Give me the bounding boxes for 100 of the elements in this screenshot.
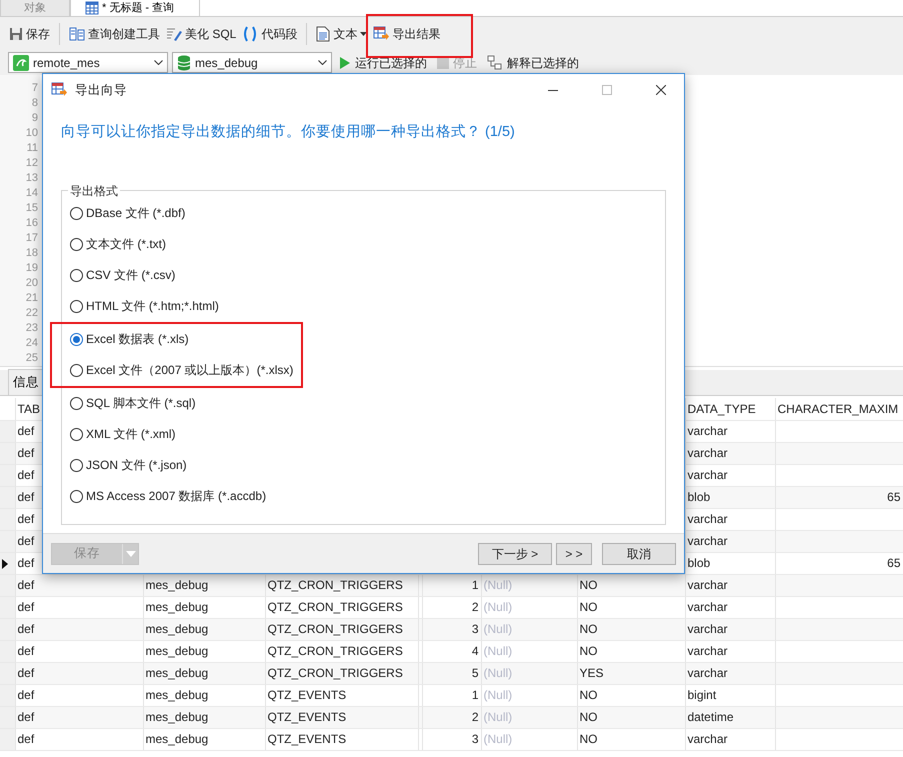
table-cell: QTZ_CRON_TRIGGERS (268, 666, 403, 680)
row-indicator[interactable] (0, 728, 15, 750)
format-radio-option[interactable]: Excel 数据表 (*.xls) (70, 324, 294, 355)
table-cell: 3 (472, 732, 478, 746)
row-indicator[interactable] (0, 464, 15, 486)
table-cell: 2 (472, 600, 478, 614)
save-icon (9, 26, 23, 40)
table-cell: NO (580, 688, 598, 702)
dialog-button[interactable]: 下一步 > (478, 542, 552, 564)
toolbar-button[interactable]: 导出结果 (372, 22, 442, 44)
row-indicator[interactable] (0, 508, 15, 530)
table-cell: def (18, 446, 34, 460)
table-cell: def (18, 556, 34, 570)
column-header[interactable]: DATA_TYPE (688, 402, 756, 416)
line-number: 14 (24, 186, 39, 201)
row-indicator[interactable] (0, 596, 15, 618)
table-cell: varchar (688, 468, 728, 482)
column-header[interactable]: TAB (18, 402, 40, 416)
line-number: 13 (24, 171, 39, 186)
toolbar-button[interactable]: 保存 (8, 22, 51, 44)
line-number: 19 (24, 261, 39, 276)
radio-button[interactable] (70, 396, 83, 410)
close-icon (656, 85, 666, 95)
table-cell: mes_debug (146, 666, 208, 680)
row-indicator[interactable] (0, 684, 15, 706)
row-indicator[interactable] (0, 706, 15, 728)
table-cell: mes_debug (146, 600, 208, 614)
table-cell: (Null) (484, 710, 512, 724)
row-indicator[interactable] (0, 640, 15, 662)
radio-button[interactable] (70, 206, 83, 220)
radio-button[interactable] (70, 238, 83, 251)
dialog-button[interactable]: > > (556, 542, 592, 564)
table-cell: 65 (887, 490, 900, 504)
parentheses-icon (242, 26, 258, 42)
format-radio-option[interactable]: 文本文件 (*.txt) (70, 228, 655, 260)
table-cell: NO (580, 622, 598, 636)
table-cell: QTZ_EVENTS (268, 688, 346, 702)
format-radio-option[interactable]: HTML 文件 (*.htm;*.html) (70, 290, 655, 322)
column-header[interactable]: CHARACTER_MAXIM (778, 402, 898, 416)
table-cell: def (18, 490, 34, 504)
format-radio-option[interactable]: JSON 文件 (*.json) (70, 450, 655, 481)
table-cell: NO (580, 578, 598, 592)
dropdown-field[interactable]: remote_mes (8, 52, 168, 73)
row-indicator[interactable] (0, 574, 15, 596)
radio-button[interactable] (70, 300, 83, 313)
row-indicator[interactable] (0, 442, 15, 464)
format-radio-option[interactable]: SQL 脚本文件 (*.sql) (70, 388, 655, 419)
line-number: 18 (24, 246, 39, 261)
table-cell: YES (580, 666, 604, 680)
toolbar-button[interactable]: 文本 (315, 22, 368, 44)
format-radio-option[interactable]: CSV 文件 (*.csv) (70, 260, 655, 291)
explain-icon (487, 54, 503, 70)
row-indicator[interactable] (0, 530, 15, 552)
table-cell: (Null) (484, 732, 512, 746)
caret-icon (360, 32, 368, 36)
toolbar-button[interactable]: 运行已选择的 (336, 54, 430, 72)
table-cell: 1 (472, 688, 478, 702)
table-cell: (Null) (484, 688, 512, 702)
table-cell: def (18, 578, 34, 592)
toolbar-button[interactable]: 解释已选择的 (484, 54, 582, 72)
row-indicator[interactable] (0, 486, 15, 508)
radio-button[interactable] (70, 364, 83, 377)
table-cell: blob (688, 490, 710, 504)
format-radio-option[interactable]: DBase 文件 (*.dbf) (70, 198, 655, 229)
row-indicator[interactable] (0, 618, 15, 640)
radio-button[interactable] (70, 268, 83, 282)
table-cell: varchar (688, 512, 728, 526)
toolbar-button[interactable]: 代码段 (241, 22, 298, 44)
table-cell: 3 (472, 622, 478, 636)
dialog-button[interactable]: 取消 (602, 542, 676, 564)
table-cell: varchar (688, 622, 728, 636)
dropdown-field[interactable]: mes_debug (172, 52, 332, 73)
format-radio-option[interactable]: XML 文件 (*.xml) (70, 418, 655, 450)
dialog-title: 导出向导 (75, 82, 127, 99)
row-indicator[interactable] (0, 420, 15, 442)
table-cell: datetime (688, 710, 734, 724)
table-cell: mes_debug (146, 644, 208, 658)
result-tab[interactable]: 信息 (8, 369, 44, 395)
radio-button[interactable] (70, 428, 83, 441)
line-number: 22 (24, 306, 39, 321)
row-indicator[interactable] (0, 662, 15, 684)
radio-button[interactable] (70, 458, 83, 472)
format-radio-option[interactable]: MS Access 2007 数据库 (*.accdb) (70, 480, 655, 512)
table-cell: QTZ_CRON_TRIGGERS (268, 622, 403, 636)
table-cell: varchar (688, 424, 728, 438)
radio-button[interactable] (70, 332, 83, 346)
table-cell: NO (580, 644, 598, 658)
toolbar-button[interactable]: 美化 SQL (165, 22, 238, 44)
table-cell: mes_debug (146, 622, 208, 636)
line-number: 15 (24, 201, 39, 216)
chevron-down-icon (154, 60, 163, 65)
document-tab[interactable]: * 无标题 - 查询 (70, 0, 200, 16)
line-number: 17 (24, 231, 39, 246)
toolbar-button[interactable]: 查询创建工具 (68, 22, 161, 44)
format-radio-option[interactable]: Excel 文件（2007 或以上版本）(*.xlsx) (70, 354, 294, 386)
table-cell: (Null) (484, 622, 512, 636)
table-cell: mes_debug (146, 710, 208, 724)
radio-button[interactable] (70, 490, 83, 503)
table-cell: 4 (472, 644, 478, 658)
table-cell: QTZ_EVENTS (268, 732, 346, 746)
